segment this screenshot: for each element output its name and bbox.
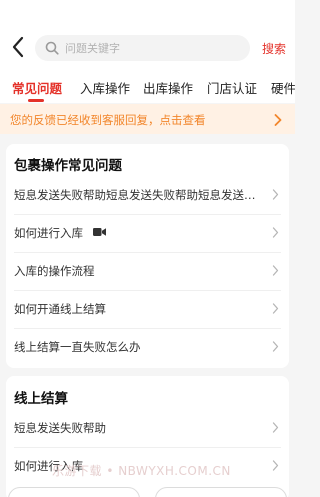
- chevron-right-icon: [274, 114, 282, 126]
- faq-item[interactable]: 如何开通线上结算: [6, 290, 289, 327]
- divider: [14, 290, 281, 291]
- bottom-action-button[interactable]: [155, 487, 287, 497]
- chevron-right-icon: [272, 303, 279, 314]
- search-input[interactable]: [65, 39, 240, 57]
- category-tabs: 常见问题 入库操作 出库操作 门店认证 硬件: [0, 70, 295, 103]
- faq-item-label: 线上结算一直失败怎么办: [14, 340, 141, 354]
- faq-item-label: 短息发送失败帮助短息发送失败帮助短息发送失败帮助: [14, 188, 264, 202]
- header-bar: 搜索: [0, 0, 295, 70]
- faq-section-card: 包裹操作常见问题 短息发送失败帮助短息发送失败帮助短息发送失败帮助 如何进行入库…: [6, 144, 289, 368]
- chevron-right-icon: [272, 227, 279, 238]
- notice-text: 您的反馈已经收到客服回复，点击查看: [10, 113, 206, 127]
- faq-item[interactable]: 线上结算一直失败怎么办: [6, 328, 289, 365]
- divider: [14, 328, 281, 329]
- watermark: 乐游下载 • NBWYXH.COM.CN: [52, 464, 231, 478]
- search-icon: [45, 41, 59, 55]
- faq-item[interactable]: 短息发送失败帮助短息发送失败帮助短息发送失败帮助: [6, 176, 289, 213]
- search-box[interactable]: [35, 35, 250, 61]
- divider: [14, 214, 281, 215]
- section-title: 线上结算: [14, 391, 68, 407]
- tab-store-verification[interactable]: 门店认证: [207, 78, 257, 97]
- bottom-action-button[interactable]: [8, 487, 140, 497]
- section-title: 包裹操作常见问题: [14, 158, 122, 174]
- chevron-right-icon: [272, 265, 279, 276]
- divider: [14, 252, 281, 253]
- search-button[interactable]: 搜索: [262, 40, 286, 57]
- faq-item[interactable]: 入库的操作流程: [6, 252, 289, 289]
- active-tab-indicator: [28, 99, 44, 102]
- back-arrow-icon[interactable]: [10, 35, 26, 59]
- chevron-right-icon: [272, 341, 279, 352]
- faq-item-label: 入库的操作流程: [14, 264, 95, 278]
- divider: [14, 447, 281, 448]
- tab-hardware[interactable]: 硬件: [271, 78, 295, 97]
- faq-item-label: 短息发送失败帮助: [14, 421, 106, 435]
- tab-common-questions[interactable]: 常见问题: [12, 78, 62, 97]
- faq-item[interactable]: 短息发送失败帮助: [6, 409, 289, 446]
- feedback-notice-banner[interactable]: 您的反馈已经收到客服回复，点击查看: [0, 104, 295, 134]
- faq-item[interactable]: 如何进行入库: [6, 214, 289, 251]
- faq-item-label: 如何进行入库: [14, 226, 83, 240]
- chevron-right-icon: [272, 189, 279, 200]
- tab-outbound[interactable]: 出库操作: [143, 78, 193, 97]
- chevron-right-icon: [272, 460, 279, 471]
- video-icon: [93, 228, 106, 236]
- chevron-right-icon: [272, 422, 279, 433]
- tab-inbound[interactable]: 入库操作: [80, 78, 130, 97]
- faq-item-label: 如何开通线上结算: [14, 302, 106, 316]
